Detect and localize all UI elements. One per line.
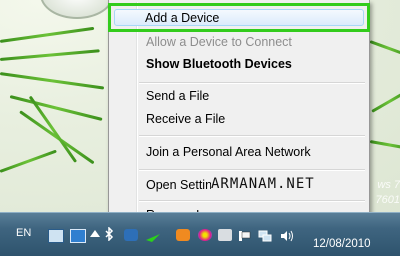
menu-separator: [139, 82, 365, 84]
show-hidden-icons-icon[interactable]: [90, 230, 100, 237]
flag-icon[interactable]: [238, 229, 252, 241]
menu-item-send-file[interactable]: Send a File: [146, 86, 209, 106]
bluetooth-icon[interactable]: [104, 226, 114, 242]
add-device-highlight: Add a Device: [108, 3, 370, 32]
volume-icon[interactable]: [280, 229, 294, 242]
language-indicator[interactable]: EN: [16, 227, 31, 239]
wallpaper-stem: [369, 140, 400, 150]
green-arrow-icon[interactable]: [146, 229, 160, 242]
network-adapter-icon[interactable]: [48, 229, 64, 243]
menu-item-join-pan[interactable]: Join a Personal Area Network: [146, 142, 311, 162]
taskbar: EN 12/08/2010: [0, 212, 400, 256]
menu-item-add-device[interactable]: Add a Device: [145, 8, 219, 28]
wallpaper-stem: [9, 95, 103, 121]
colorful-app-icon[interactable]: [198, 229, 212, 241]
media-player-icon[interactable]: [176, 229, 190, 241]
taskbar-date[interactable]: 12/08/2010: [313, 238, 371, 250]
app-icon[interactable]: [124, 229, 138, 241]
menu-separator: [139, 135, 365, 137]
wallpaper-glare: [40, 0, 114, 19]
menu-separator: [139, 169, 365, 171]
menu-item-allow-device[interactable]: Allow a Device to Connect: [146, 32, 292, 52]
wallpaper-stem: [0, 49, 100, 61]
wallpaper-stem: [371, 90, 400, 113]
armanam-watermark: ARMANAM.NET: [211, 176, 315, 192]
menu-separator: [139, 200, 365, 202]
wallpaper-stem: [0, 72, 105, 90]
menu-item-show-devices[interactable]: Show Bluetooth Devices: [146, 54, 292, 74]
menu-item-receive-file[interactable]: Receive a File: [146, 109, 225, 129]
network-icon[interactable]: [258, 229, 272, 242]
app-icon-2[interactable]: [218, 229, 232, 241]
wallpaper-stem: [0, 149, 57, 173]
wallpaper-stem: [0, 26, 95, 43]
action-center-icon[interactable]: [70, 229, 86, 243]
bluetooth-context-menu: Allow a Device to Connect Show Bluetooth…: [108, 0, 370, 232]
wallpaper-stem: [369, 40, 400, 57]
